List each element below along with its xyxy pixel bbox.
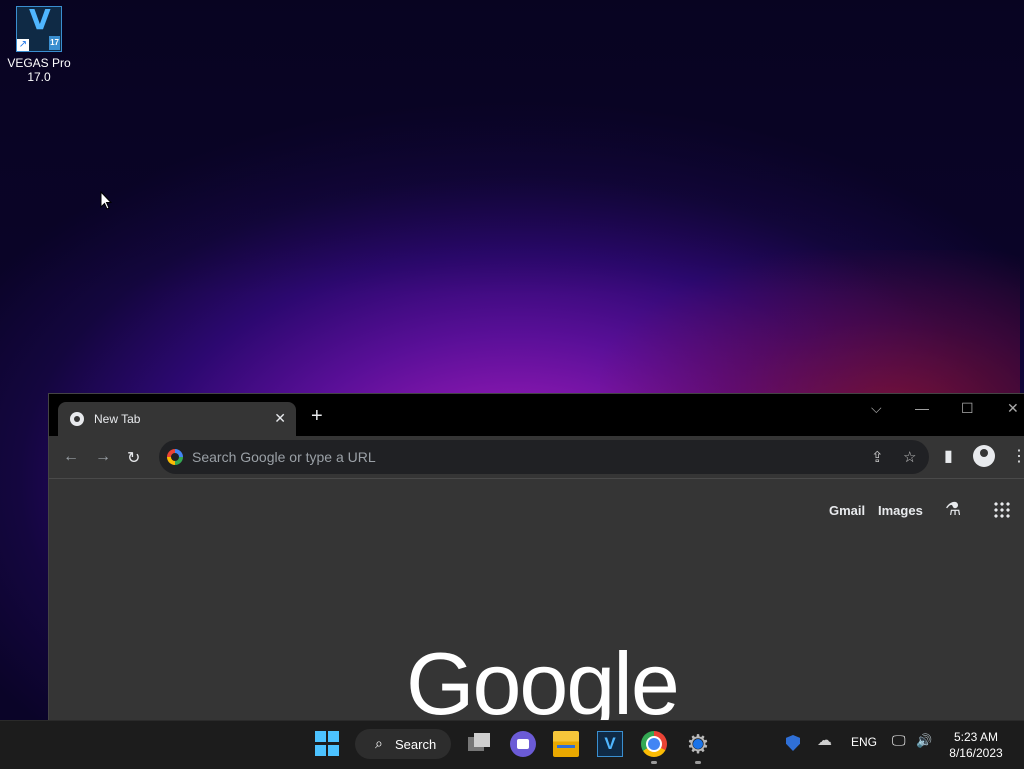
- tab-new-tab[interactable]: New Tab ✕: [58, 402, 296, 436]
- task-view-icon[interactable]: [466, 731, 492, 757]
- bookmark-star-icon[interactable]: ☆: [903, 448, 916, 466]
- gmail-link[interactable]: Gmail: [829, 503, 865, 518]
- wallpaper-shade: [0, 0, 1024, 420]
- reload-button[interactable]: ↻: [127, 448, 140, 468]
- chrome-running-indicator: [651, 761, 657, 764]
- images-link[interactable]: Images: [878, 503, 923, 518]
- browser-toolbar: ← → ↻ Search Google or type a URL ⇪ ☆ ▮ …: [49, 436, 1024, 479]
- new-tab-button[interactable]: +: [311, 406, 323, 426]
- clock[interactable]: 5:23 AM 8/16/2023: [940, 729, 1012, 761]
- mouse-cursor-icon: [100, 191, 112, 210]
- taskbar-search-label: Search: [395, 737, 437, 752]
- shortcut-arrow-icon: ↗: [17, 39, 29, 51]
- taskbar-search-button[interactable]: ⌕ Search: [355, 729, 451, 759]
- network-icon[interactable]: 🖵: [892, 732, 906, 749]
- maximize-button[interactable]: ☐: [961, 400, 974, 417]
- address-bar[interactable]: Search Google or type a URL ⇪ ☆: [159, 440, 929, 474]
- chrome-favicon-icon: [70, 412, 84, 426]
- minimize-button[interactable]: —: [915, 400, 929, 416]
- vegas-pro-taskbar-icon[interactable]: V: [597, 731, 623, 757]
- desktop-icon-vegas-pro[interactable]: V 17 ↗ VEGAS Pro 17.0: [6, 6, 72, 85]
- volume-icon[interactable]: 🔊: [916, 733, 932, 749]
- teams-chat-icon[interactable]: [510, 731, 536, 757]
- settings-gear-icon[interactable]: ⚙: [685, 731, 711, 757]
- google-apps-grid-icon[interactable]: [993, 501, 1011, 519]
- language-indicator[interactable]: ENG: [851, 735, 877, 749]
- clock-date: 8/16/2023: [949, 746, 1003, 760]
- back-button[interactable]: ←: [63, 448, 79, 466]
- google-g-icon: [167, 449, 183, 465]
- security-shield-icon[interactable]: [786, 735, 800, 751]
- vegas-pro-icon: V 17 ↗: [16, 6, 62, 52]
- tab-strip: New Tab ✕ + ⌵ — ☐ ✕: [49, 394, 1024, 436]
- forward-button[interactable]: →: [95, 448, 111, 466]
- close-window-button[interactable]: ✕: [1007, 400, 1019, 417]
- onedrive-cloud-icon[interactable]: ☁: [817, 731, 832, 749]
- file-explorer-icon[interactable]: [553, 731, 579, 757]
- tab-close-icon[interactable]: ✕: [274, 410, 286, 427]
- clock-time: 5:23 AM: [953, 730, 999, 744]
- side-panel-icon[interactable]: ▮: [944, 446, 953, 466]
- tab-title: New Tab: [94, 412, 141, 426]
- labs-flask-icon[interactable]: ⚗: [945, 499, 961, 520]
- address-bar-placeholder: Search Google or type a URL: [192, 449, 376, 465]
- desktop-icon-label-version: 17.0: [27, 70, 51, 84]
- share-icon[interactable]: ⇪: [871, 448, 884, 466]
- chrome-menu-icon[interactable]: ⋮: [1011, 446, 1024, 466]
- desktop-icon-label: VEGAS Pro: [7, 56, 71, 70]
- chrome-window: New Tab ✕ + ⌵ — ☐ ✕ ← → ↻ Search Google …: [48, 393, 1024, 721]
- start-button-windows-icon[interactable]: [315, 731, 341, 757]
- chrome-taskbar-icon[interactable]: [641, 731, 667, 757]
- search-icon: ⌕: [375, 735, 383, 751]
- google-logo: Google: [406, 634, 680, 721]
- settings-running-indicator: [695, 761, 701, 764]
- taskbar: ⌕ Search V ⚙ ☁ ENG 🖵 🔊 5:23 AM 8/16/2023: [0, 720, 1024, 769]
- profile-avatar-icon[interactable]: [973, 445, 995, 467]
- tab-search-dropdown-icon[interactable]: ⌵: [871, 400, 882, 417]
- new-tab-page: Gmail Images ⚗ Google: [49, 479, 1024, 721]
